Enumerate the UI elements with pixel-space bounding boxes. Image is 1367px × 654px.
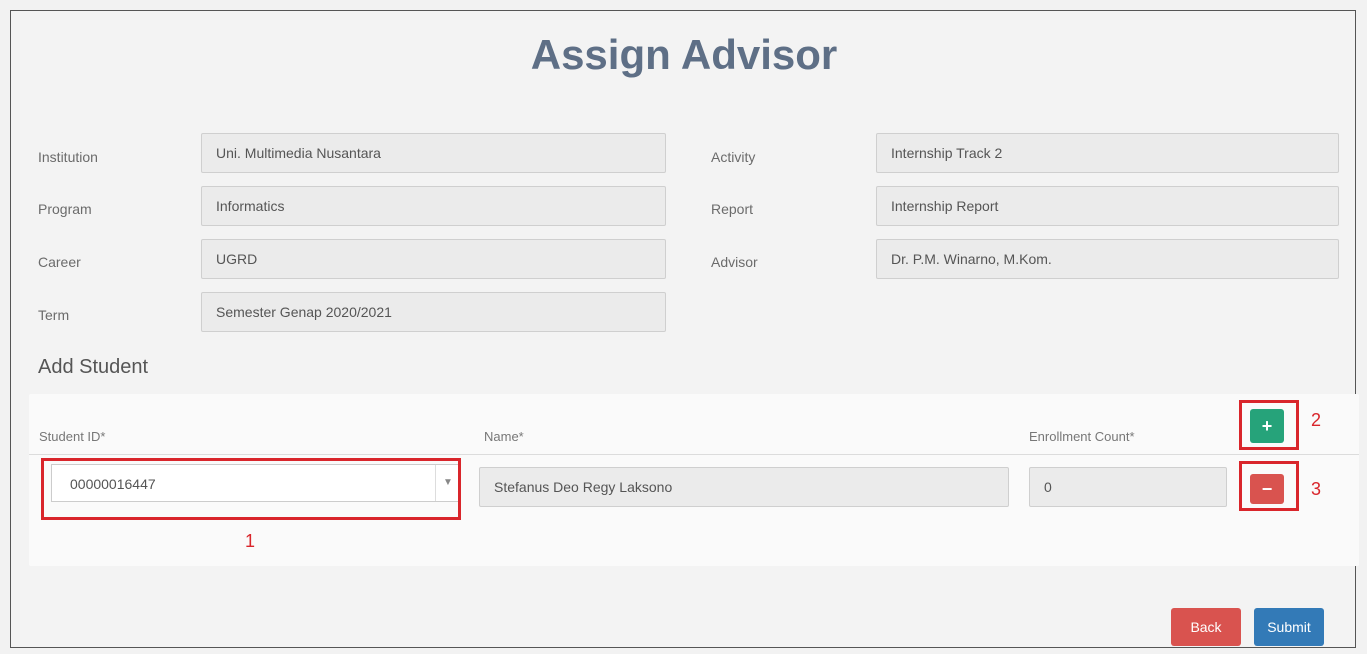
advisor-label: Advisor: [711, 254, 758, 270]
highlight-box-2: [1239, 400, 1299, 450]
career-label: Career: [38, 254, 81, 270]
annotation-number-2: 2: [1311, 410, 1322, 430]
term-label: Term: [38, 307, 70, 323]
highlight-box-1: [41, 458, 461, 520]
student-id-column-header: Student ID*: [39, 429, 106, 444]
enrollment-count-field: 0: [1029, 467, 1227, 507]
report-field: Internship Report: [876, 186, 1339, 226]
annotation-number-1: 1: [245, 531, 256, 551]
institution-label: Institution: [38, 149, 98, 165]
term-field: Semester Genap 2020/2021: [201, 292, 666, 332]
add-student-heading: Add Student: [38, 356, 149, 378]
report-label: Report: [711, 201, 754, 217]
program-field: Informatics: [201, 186, 666, 226]
career-field: UGRD: [201, 239, 666, 279]
page-title: Assign Advisor: [530, 31, 838, 78]
annotation-number-3: 3: [1311, 479, 1322, 499]
program-label: Program: [38, 201, 92, 217]
header-divider: [29, 454, 1359, 455]
advisor-field: Dr. P.M. Winarno, M.Kom.: [876, 239, 1339, 279]
activity-field: Internship Track 2: [876, 133, 1339, 173]
activity-label: Activity: [711, 149, 756, 165]
back-button[interactable]: Back: [1171, 608, 1241, 646]
name-column-header: Name*: [484, 429, 524, 444]
enrollment-column-header: Enrollment Count*: [1029, 429, 1135, 444]
institution-field: Uni. Multimedia Nusantara: [201, 133, 666, 173]
assign-advisor-page: Assign Advisor Institution Uni. Multimed…: [10, 10, 1359, 648]
student-name-field: Stefanus Deo Regy Laksono: [479, 467, 1009, 507]
highlight-box-3: [1239, 461, 1299, 511]
submit-button[interactable]: Submit: [1254, 608, 1324, 646]
